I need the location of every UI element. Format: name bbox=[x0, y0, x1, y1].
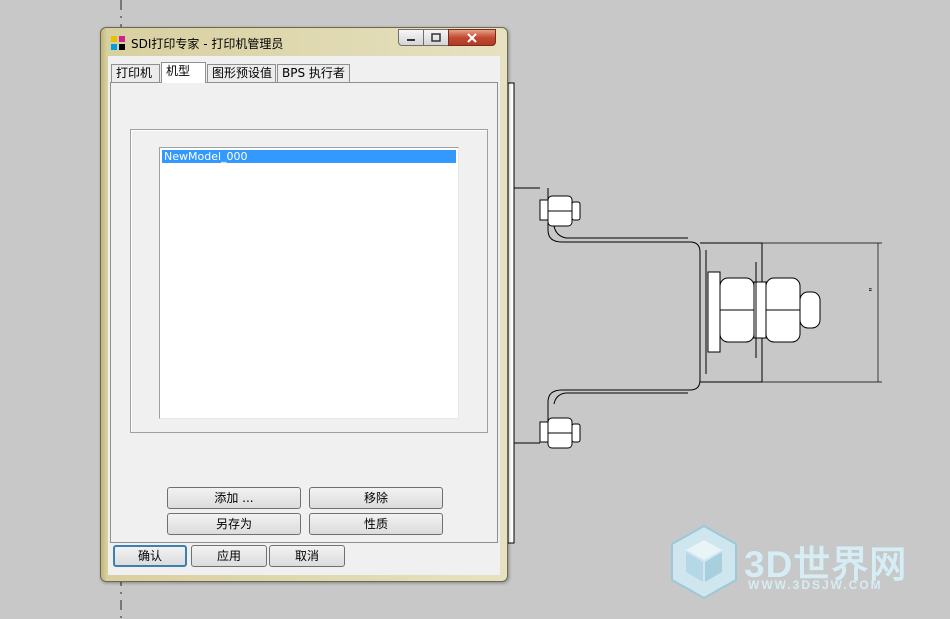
dialog-client: NewModel_000 添加 ... 移除 另存为 性质 打印机 机型 图形预… bbox=[108, 56, 500, 575]
minimize-button[interactable] bbox=[398, 29, 424, 46]
tab-model[interactable]: 机型 bbox=[161, 62, 206, 83]
ok-button[interactable]: 确认 bbox=[113, 545, 187, 567]
minimize-icon bbox=[407, 38, 415, 41]
tab-printer[interactable]: 打印机 bbox=[111, 64, 160, 82]
apply-button[interactable]: 应用 bbox=[191, 545, 267, 567]
mounting-plate bbox=[507, 82, 540, 544]
watermark: 3D世界网 WWW.3DSJW.COM bbox=[666, 522, 936, 602]
center-nut-assembly bbox=[707, 262, 821, 358]
window-title: SDI打印专家 - 打印机管理员 bbox=[131, 37, 284, 51]
remove-button[interactable]: 移除 bbox=[309, 487, 443, 509]
tab-panel-model: NewModel_000 添加 ... 移除 另存为 性质 bbox=[110, 82, 498, 543]
maximize-button[interactable] bbox=[423, 29, 449, 46]
model-listbox[interactable]: NewModel_000 bbox=[159, 147, 459, 419]
cube-logo-icon bbox=[671, 524, 737, 600]
title-bar[interactable]: SDI打印专家 - 打印机管理员 bbox=[101, 28, 507, 55]
top-bolt bbox=[539, 195, 581, 227]
app-icon bbox=[111, 36, 125, 50]
tab-graphic-presets[interactable]: 图形预设值 bbox=[207, 64, 276, 82]
close-button[interactable] bbox=[448, 29, 496, 46]
printer-manager-window: SDI打印专家 - 打印机管理员 NewModel_000 添加 ... 移除 … bbox=[100, 27, 508, 582]
dimension-text: " bbox=[868, 287, 879, 292]
properties-button[interactable]: 性质 bbox=[309, 513, 443, 535]
maximize-icon bbox=[431, 33, 441, 42]
close-icon bbox=[467, 32, 477, 43]
list-item[interactable]: NewModel_000 bbox=[162, 150, 456, 163]
tab-bps-executor[interactable]: BPS 执行者 bbox=[277, 64, 350, 82]
cancel-button[interactable]: 取消 bbox=[269, 545, 345, 567]
add-button[interactable]: 添加 ... bbox=[167, 487, 301, 509]
watermark-url: WWW.3DSJW.COM bbox=[748, 578, 883, 592]
bottom-bolt bbox=[539, 417, 581, 449]
save-as-button[interactable]: 另存为 bbox=[167, 513, 301, 535]
